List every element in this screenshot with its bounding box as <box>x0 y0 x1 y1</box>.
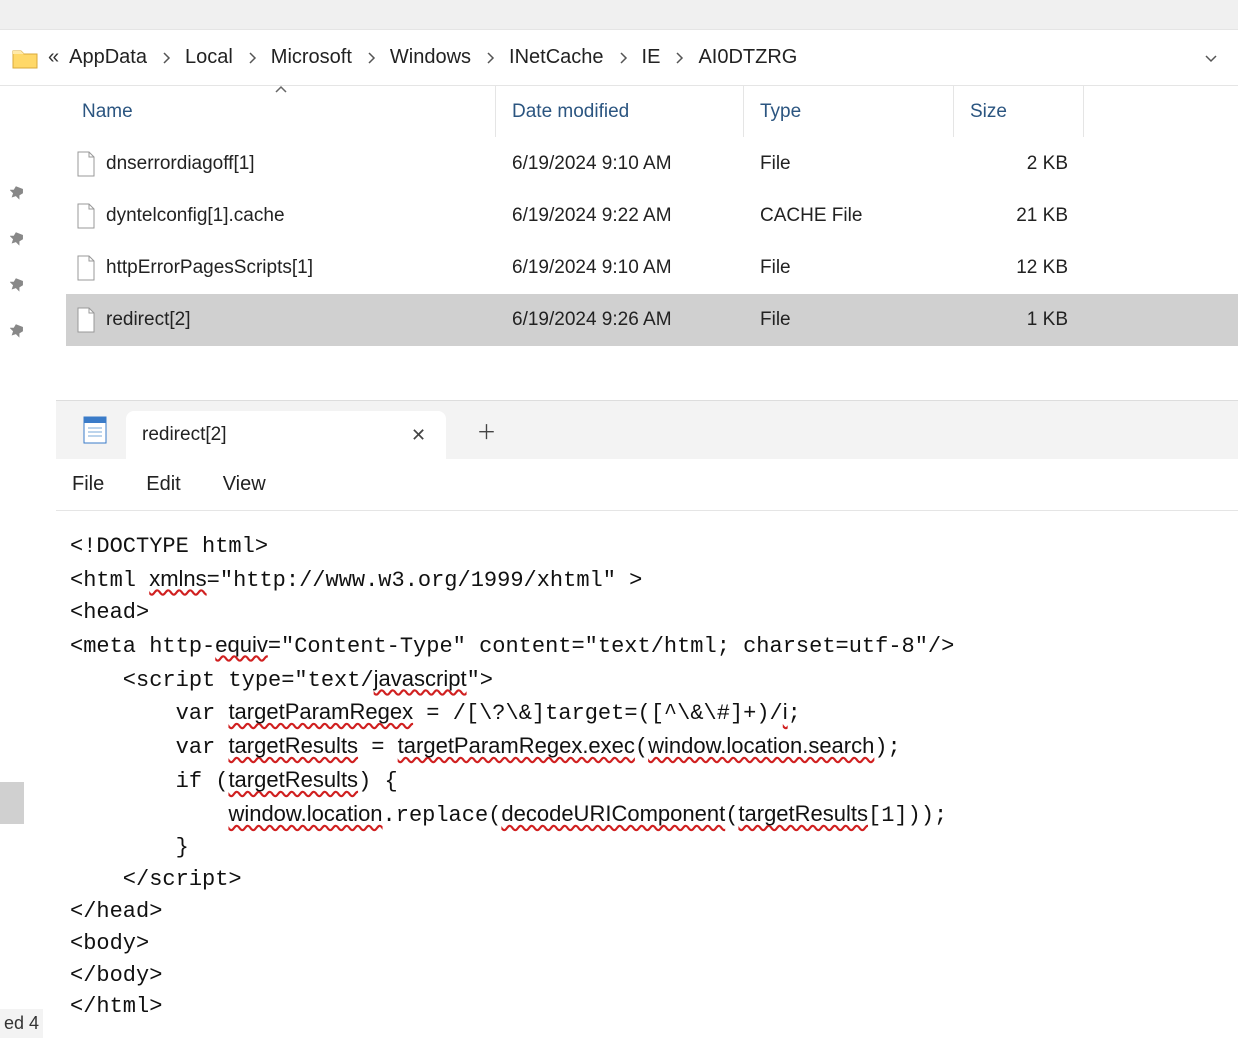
breadcrumb-item[interactable]: AppData <box>65 46 151 69</box>
file-name: dyntelconfig[1].cache <box>106 205 285 227</box>
breadcrumb-item[interactable]: INetCache <box>505 46 608 69</box>
menu-view[interactable]: View <box>223 473 266 496</box>
pin-icon[interactable] <box>10 186 26 202</box>
window-titlebar <box>0 0 1238 30</box>
breadcrumb-overflow[interactable]: « <box>48 46 59 69</box>
menu-edit[interactable]: Edit <box>146 473 180 496</box>
close-tab-button[interactable]: ✕ <box>406 423 430 447</box>
address-bar[interactable]: « AppData Local Microsoft Windows INetCache I… <box>0 30 1238 86</box>
file-size: 1 KB <box>954 309 1084 331</box>
chevron-right-icon[interactable] <box>362 49 380 67</box>
file-icon <box>76 307 96 333</box>
pin-icon[interactable] <box>10 324 26 340</box>
breadcrumb-item[interactable]: Local <box>181 46 237 69</box>
menu-file[interactable]: File <box>72 473 104 496</box>
file-row[interactable]: dnserrordiagoff[1] 6/19/2024 9:10 AMFile2… <box>66 138 1238 190</box>
notepad-tab[interactable]: redirect[2] ✕ <box>126 411 446 459</box>
header-label: Date modified <box>512 101 629 123</box>
pin-icon[interactable] <box>10 278 26 294</box>
file-date: 6/19/2024 9:10 AM <box>496 257 744 279</box>
pin-icon[interactable] <box>10 232 26 248</box>
breadcrumb-item[interactable]: AI0DTZRG <box>694 46 801 69</box>
file-name: redirect[2] <box>106 309 190 331</box>
notepad-text-area[interactable]: <!DOCTYPE html> <html xmlns="http://www.… <box>56 511 1238 1043</box>
tab-title: redirect[2] <box>142 424 226 446</box>
file-type: CACHE File <box>744 205 954 227</box>
chevron-right-icon[interactable] <box>670 49 688 67</box>
header-label: Name <box>82 101 133 123</box>
header-label: Type <box>760 101 801 123</box>
file-type: File <box>744 257 954 279</box>
file-row[interactable]: redirect[2] 6/19/2024 9:26 AMFile1 KB <box>66 294 1238 346</box>
breadcrumb-item[interactable]: IE <box>638 46 665 69</box>
file-size: 12 KB <box>954 257 1084 279</box>
column-headers: Name Date modified Type Size <box>66 86 1238 138</box>
column-header-size[interactable]: Size <box>954 86 1084 137</box>
explorer-content: Name Date modified Type Size dnserrordia… <box>0 86 1238 406</box>
chevron-right-icon[interactable] <box>481 49 499 67</box>
status-bar-fragment: ed 4 <box>0 1009 43 1038</box>
file-type: File <box>744 153 954 175</box>
chevron-right-icon[interactable] <box>157 49 175 67</box>
file-icon <box>76 151 96 177</box>
file-icon <box>76 255 96 281</box>
header-label: Size <box>970 101 1007 123</box>
column-header-type[interactable]: Type <box>744 86 954 137</box>
new-tab-button[interactable]: ＋ <box>466 410 506 450</box>
folder-icon <box>12 47 38 69</box>
breadcrumb-item[interactable]: Windows <box>386 46 475 69</box>
column-header-name[interactable]: Name <box>66 86 496 137</box>
file-name: httpErrorPagesScripts[1] <box>106 257 313 279</box>
breadcrumb-item[interactable]: Microsoft <box>267 46 356 69</box>
file-row[interactable]: httpErrorPagesScripts[1] 6/19/2024 9:10 A… <box>66 242 1238 294</box>
file-date: 6/19/2024 9:10 AM <box>496 153 744 175</box>
notepad-menu-bar: File Edit View <box>56 459 1238 511</box>
file-size: 2 KB <box>954 153 1084 175</box>
chevron-right-icon[interactable] <box>614 49 632 67</box>
file-size: 21 KB <box>954 205 1084 227</box>
breadcrumb: AppData Local Microsoft Windows INetCache IE A… <box>65 46 1196 69</box>
quick-access-pins <box>0 86 36 406</box>
column-header-date[interactable]: Date modified <box>496 86 744 137</box>
file-name: dnserrordiagoff[1] <box>106 153 255 175</box>
file-icon <box>76 203 96 229</box>
sort-ascending-icon <box>274 78 288 100</box>
file-type: File <box>744 309 954 331</box>
notepad-window: redirect[2] ✕ ＋ File Edit View <!DOCTYPE… <box>56 400 1238 1038</box>
chevron-right-icon[interactable] <box>243 49 261 67</box>
notepad-tab-bar: redirect[2] ✕ ＋ <box>56 401 1238 459</box>
file-date: 6/19/2024 9:22 AM <box>496 205 744 227</box>
address-dropdown[interactable] <box>1196 43 1226 73</box>
file-row[interactable]: dyntelconfig[1].cache 6/19/2024 9:22 AMCA… <box>66 190 1238 242</box>
window-edge[interactable] <box>0 782 24 824</box>
notepad-app-icon <box>82 415 108 445</box>
file-list: Name Date modified Type Size dnserrordia… <box>36 86 1238 406</box>
file-date: 6/19/2024 9:26 AM <box>496 309 744 331</box>
